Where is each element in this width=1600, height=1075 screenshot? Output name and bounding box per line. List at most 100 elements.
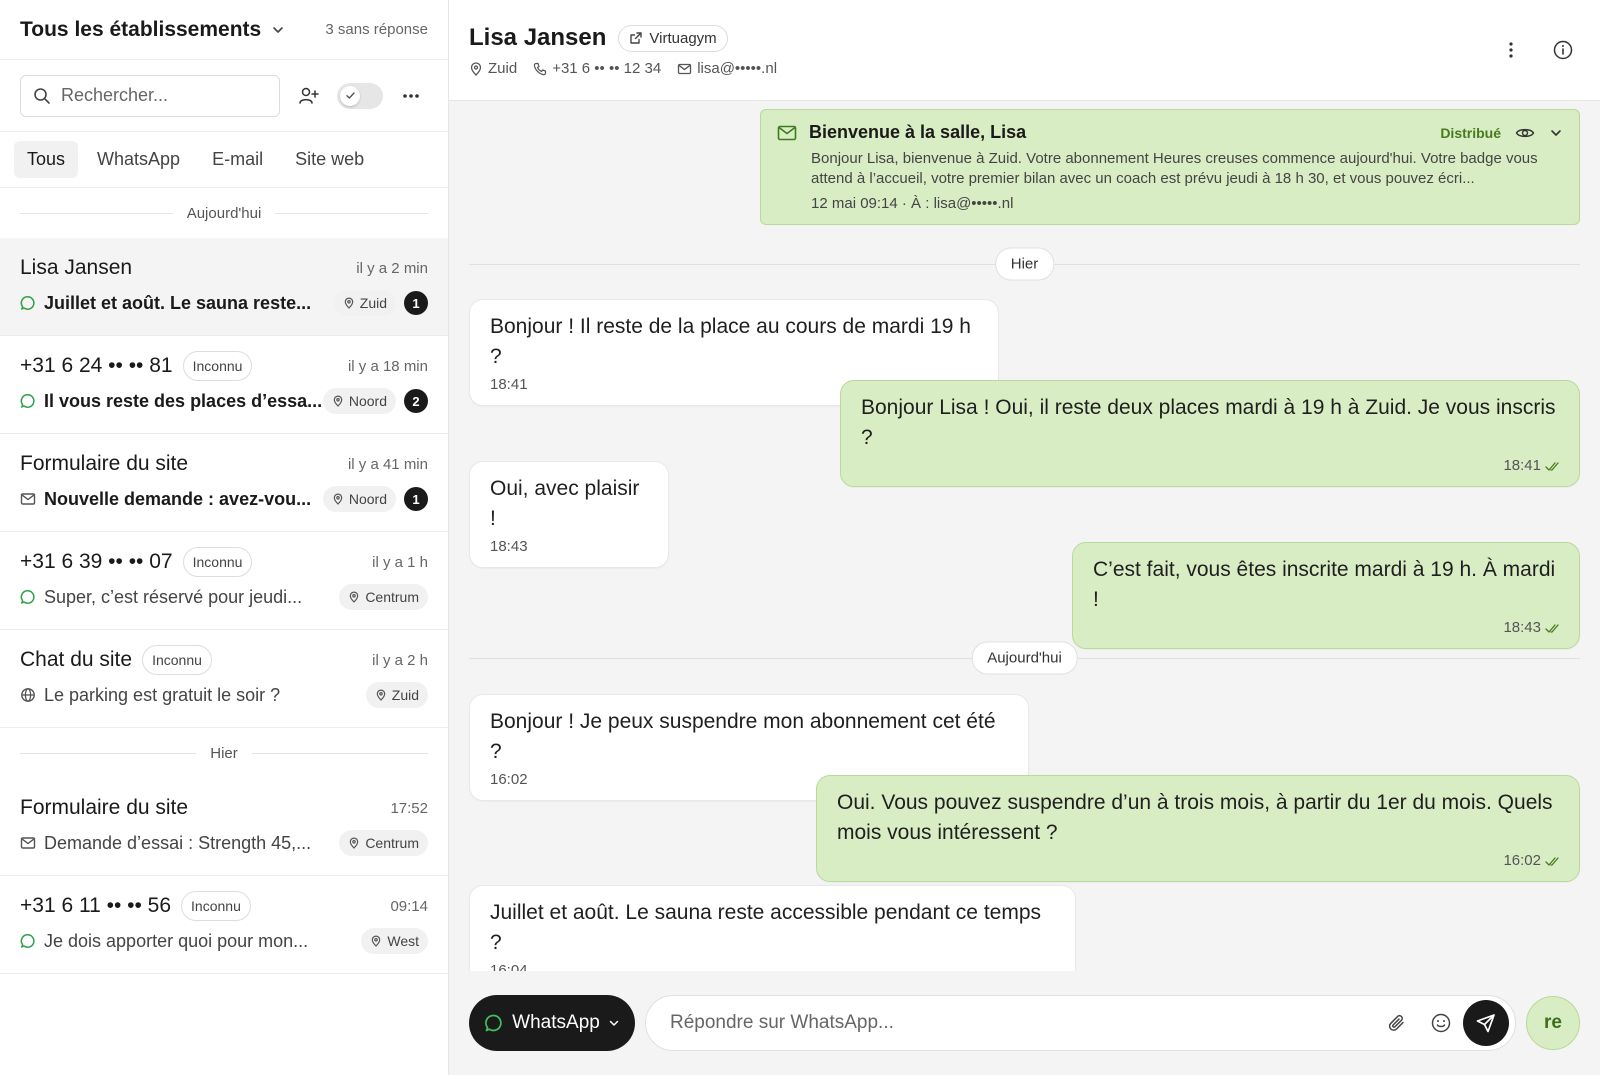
whatsapp-icon <box>20 295 36 311</box>
conversation-meta: Centrum <box>339 830 428 856</box>
location-badge: Centrum <box>339 830 428 856</box>
conversation-item[interactable]: Chat du site Inconnu il y a 2 h Le parking … <box>0 630 448 728</box>
chevron-down-icon[interactable] <box>1549 126 1563 140</box>
conversation-name: Formulaire du site <box>20 796 189 819</box>
send-icon <box>1476 1014 1495 1033</box>
conversation-meta: West <box>361 928 428 954</box>
eye-icon[interactable] <box>1515 125 1535 141</box>
location-badge-text: Noord <box>348 393 387 409</box>
message-text: Bonjour ! Je peux suspendre mon abonneme… <box>490 710 996 763</box>
mail-icon <box>678 63 692 74</box>
delivery-status: Distribué <box>1440 124 1501 141</box>
more-horizontal-icon <box>403 93 420 98</box>
location-badge-text: Noord <box>348 491 387 507</box>
contact-phone[interactable]: +31 6 •• •• 12 34 <box>533 60 661 77</box>
avatar[interactable]: re <box>1526 996 1580 1050</box>
location-badge-text: West <box>387 933 419 949</box>
channel-label: WhatsApp <box>512 1012 600 1033</box>
reply-box <box>645 995 1516 1051</box>
add-contact-button[interactable] <box>292 79 325 113</box>
conversations-today: Lisa Jansen il y a 2 min Juillet et août. … <box>0 238 448 728</box>
search-box[interactable] <box>20 74 280 117</box>
conversation-preview-wrap: Il vous reste des places d’essa... <box>20 391 322 412</box>
email-message-card[interactable]: Bienvenue à la salle, Lisa Distribué Bon… <box>760 109 1580 225</box>
location-badge-text: Zuid <box>359 295 387 311</box>
message-time-text: 18:43 <box>490 538 528 555</box>
conversation-meta: Noord 1 <box>322 486 428 512</box>
conversation-preview-wrap: Juillet et août. Le sauna reste... <box>20 293 311 314</box>
conversation-row-top: +31 6 39 •• •• 07 Inconnu il y a 1 h <box>20 546 428 578</box>
conversation-item[interactable]: +31 6 24 •• •• 81 Inconnu il y a 18 min Il … <box>0 336 448 434</box>
map-pin-icon <box>370 935 382 947</box>
conversation-time: il y a 2 h <box>372 651 428 669</box>
map-pin-icon <box>375 689 387 701</box>
conversation-name-wrap: Formulaire du site <box>20 796 188 820</box>
unknown-contact-badge: Inconnu <box>182 547 253 577</box>
email-body-preview: Bonjour Lisa, bienvenue à Zuid. Votre ab… <box>811 150 1538 187</box>
conversation-row-top: Chat du site Inconnu il y a 2 h <box>20 644 428 676</box>
double-check-icon <box>1545 622 1559 634</box>
mail-icon <box>20 835 36 851</box>
conversation-panel: Lisa Jansen Virtuagym Zuid +31 6 •• •• 1… <box>449 0 1600 1075</box>
unanswered-count[interactable]: 3 sans réponse <box>325 21 428 38</box>
establishment-title: Tous les établissements <box>20 17 262 41</box>
contact-info-button[interactable] <box>1546 33 1580 67</box>
more-options-button[interactable] <box>395 79 428 113</box>
integration-label: Virtuagym <box>649 29 717 47</box>
integration-link[interactable]: Virtuagym <box>618 24 728 52</box>
message-text: Oui. Vous pouvez suspendre d’un à trois … <box>837 791 1553 844</box>
message-time: 18:41 <box>861 457 1559 474</box>
conversation-item[interactable]: Formulaire du site il y a 41 min Nouvelle … <box>0 434 448 532</box>
tab-all[interactable]: Tous <box>14 141 79 178</box>
sidebar-header: Tous les établissements 3 sans réponse <box>0 0 448 60</box>
establishment-selector[interactable]: Tous les établissements <box>20 18 285 42</box>
map-pin-icon <box>348 591 360 603</box>
message-time: 16:02 <box>837 852 1559 869</box>
day-separator-today: Aujourd'hui <box>0 188 448 238</box>
date-chip: Hier <box>994 247 1055 281</box>
conversation-preview-wrap: Le parking est gratuit le soir ? <box>20 685 280 706</box>
conversation-time: il y a 1 h <box>372 553 428 571</box>
conversation-preview: Demande d’essai : Strength 45,... <box>44 832 312 853</box>
message-text: Bonjour Lisa ! Oui, il reste deux places… <box>861 396 1556 449</box>
unanswered-toggle[interactable] <box>337 82 383 109</box>
conversation-item[interactable]: +31 6 39 •• •• 07 Inconnu il y a 1 h Super,… <box>0 532 448 630</box>
channel-selector[interactable]: WhatsApp <box>469 995 635 1051</box>
location-badge: Centrum <box>339 584 428 610</box>
more-menu-button[interactable] <box>1494 33 1528 67</box>
tab-whatsapp[interactable]: WhatsApp <box>84 141 193 178</box>
conversation-row-bottom: Il vous reste des places d’essa... Noord 2 <box>20 382 428 420</box>
contact-email[interactable]: lisa@•••••.nl <box>677 60 777 77</box>
message-time: 18:43 <box>490 538 648 555</box>
conversation-name-wrap: Chat du site Inconnu <box>20 645 212 675</box>
whatsapp-icon <box>20 589 36 605</box>
search-input[interactable] <box>61 85 261 106</box>
inbox-app: Tous les établissements 3 sans réponse R… <box>0 0 1600 1075</box>
conversation-item[interactable]: +31 6 11 •• •• 56 Inconnu 09:14 Je dois app… <box>0 876 448 974</box>
message-time-text: 18:43 <box>1503 619 1541 636</box>
message-text: Bonjour ! Il reste de la place au cours … <box>490 315 971 368</box>
emoji-button[interactable] <box>1419 1001 1463 1045</box>
contact-location-text: Zuid <box>488 60 518 77</box>
conversation-item[interactable]: Lisa Jansen il y a 2 min Juillet et août. … <box>0 238 448 336</box>
attach-button[interactable] <box>1375 1001 1419 1045</box>
conversation-preview: Il vous reste des places d’essa... <box>44 390 323 411</box>
toggle-knob <box>340 85 361 106</box>
conversation-row-top: Lisa Jansen il y a 2 min <box>20 252 428 284</box>
conversation-item[interactable]: Formulaire du site 17:52 Demande d’essai :… <box>0 778 448 876</box>
outgoing-message: Oui. Vous pouvez suspendre d’un à trois … <box>816 775 1580 882</box>
reply-input[interactable] <box>670 1012 1375 1034</box>
tab-website[interactable]: Site web <box>282 141 377 178</box>
conversation-name-wrap: +31 6 11 •• •• 56 Inconnu <box>20 891 251 921</box>
conversation-row-bottom: Demande d’essai : Strength 45,... Centrum <box>20 824 428 862</box>
conversation-preview-wrap: Nouvelle demande : avez-vou... <box>20 489 311 510</box>
info-icon <box>1553 40 1573 60</box>
conversation-sidebar: Tous les établissements 3 sans réponse R… <box>0 0 449 1075</box>
email-subject: Bienvenue à la salle, Lisa <box>809 122 1027 142</box>
incoming-message: Oui, avec plaisir ! 18:43 <box>469 461 669 568</box>
send-button[interactable] <box>1463 1000 1509 1046</box>
whatsapp-icon <box>20 933 36 949</box>
location-badge: Zuid <box>333 290 396 316</box>
tab-email[interactable]: E-mail <box>199 141 276 178</box>
mail-icon <box>20 491 36 507</box>
